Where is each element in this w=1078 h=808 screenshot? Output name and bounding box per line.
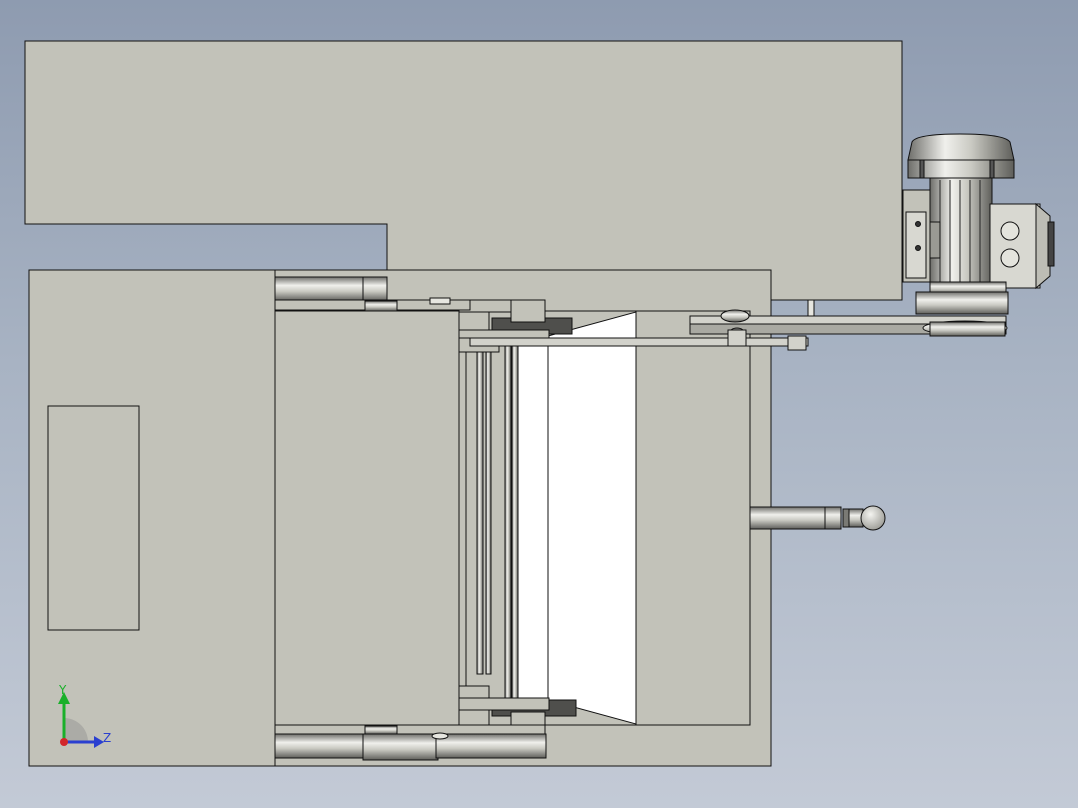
- side-handle-knob: [860, 505, 886, 531]
- shaft-rod-1: [476, 339, 484, 675]
- upper-bracket-3: [510, 299, 546, 323]
- motor-fan-cover: [907, 133, 1015, 161]
- pulley-small: [720, 309, 750, 323]
- side-handle-collar: [824, 506, 842, 530]
- right-inner-panel: [635, 310, 751, 726]
- shaft-rod-4: [511, 339, 519, 701]
- top-hopper-cover: [24, 40, 903, 301]
- lower-cylinder-right: [435, 733, 547, 759]
- upper-bracket-2: [458, 311, 490, 331]
- cad-model-viewport[interactable]: [0, 0, 1078, 808]
- chute-inner: [517, 335, 549, 701]
- gearbox-port-2: [1000, 248, 1020, 268]
- y-axis-label: Y: [59, 683, 67, 697]
- upper-cylinder-cap: [362, 276, 388, 302]
- lower-bracket-2: [458, 697, 550, 711]
- shaft-rod-3: [504, 339, 512, 701]
- gearbox: [989, 203, 1041, 289]
- x-axis-dot: [60, 738, 68, 746]
- lower-bracket-3: [458, 709, 490, 727]
- roller-chamber: [274, 310, 460, 726]
- drive-arm-long: [469, 337, 809, 347]
- shaft-rod-2: [485, 339, 492, 675]
- access-panel-window: [47, 405, 140, 631]
- gearbox-port-1: [1000, 221, 1020, 241]
- coordinate-triad: Y Z: [52, 684, 122, 754]
- lower-cylinder-mid: [362, 733, 439, 761]
- lower-cylinder-left: [274, 733, 376, 759]
- drive-motor: [902, 133, 1055, 315]
- z-axis-label: Z: [103, 731, 112, 745]
- discharge-chute: [547, 311, 637, 725]
